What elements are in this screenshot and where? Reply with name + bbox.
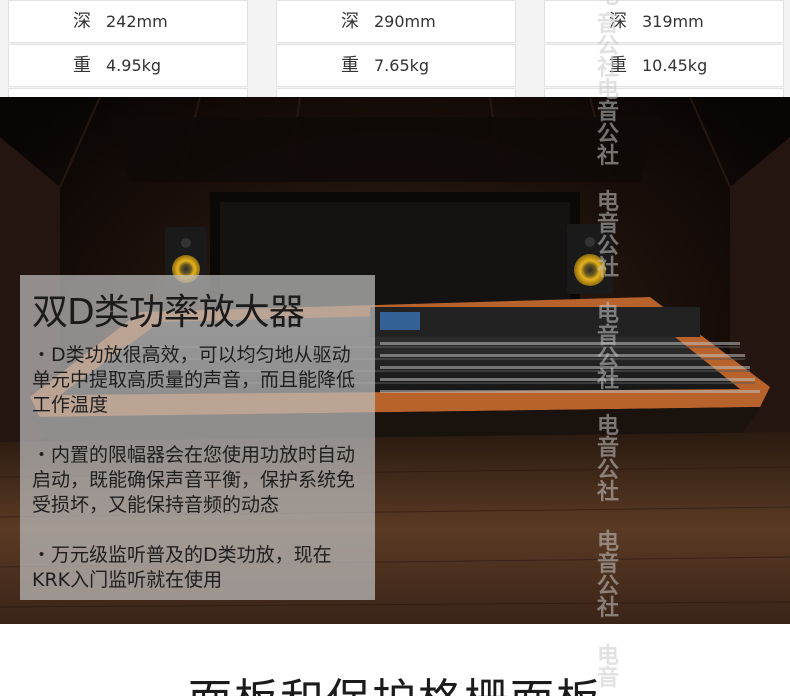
spec-row-weight: 重 10.45kg (544, 44, 784, 87)
watermark-char: 电 (592, 0, 624, 8)
watermark-char: 公 (596, 574, 619, 599)
spec-key: 深 (73, 11, 91, 32)
studio-banner: 双D类功率放大器 ・D类功放很高效，可以均匀地从驱动单元中提取高质量的声音，而且… (0, 97, 790, 624)
spec-row-depth: 深 319mm (544, 0, 784, 43)
watermark-char: 音 (596, 324, 619, 349)
spec-value: 7.65kg (374, 56, 430, 75)
watermark-char: 音 (596, 212, 619, 237)
section-heading: 面板和保护格栅面板 (0, 664, 790, 696)
watermark-char: 电 (596, 644, 619, 669)
watermark-char: 公 (596, 122, 619, 147)
watermark-char: 电 (596, 530, 619, 555)
feature-title: 双D类功率放大器 (32, 292, 305, 333)
spec-table-2: 深 290mm 重 7.65kg (276, 0, 516, 98)
watermark-char: 音 (596, 100, 619, 125)
spec-tables: 深 242mm 重 4.95kg 深 290mm 重 7.65kg 深 319m… (0, 0, 790, 98)
watermark-char: 公 (596, 458, 619, 483)
spec-key: 重 (73, 55, 91, 76)
watermark-char: 音 (596, 12, 619, 37)
spec-value: 290mm (374, 12, 436, 31)
watermark-char: 电 (596, 78, 619, 103)
watermark-char: 音 (596, 666, 619, 691)
watermark-char: 社 (596, 368, 619, 393)
watermark-char: 电 (596, 414, 619, 439)
spec-row-weight: 重 4.95kg (8, 44, 248, 87)
watermark: 电 音 公 社 电 音 公 社 电 音 公 社 电 音 公 社 电 音 公 社 … (592, 0, 624, 696)
feature-item: ・内置的限幅器会在您使用功放时自动启动，既能确保声音平衡，保护系统免受损坏，又能… (32, 444, 356, 516)
spec-value: 319mm (642, 12, 704, 31)
feature-item: ・万元级监听普及的D类功放，现在KRK入门监听就在使用 (32, 544, 332, 591)
watermark-char: 公 (596, 234, 619, 259)
watermark-char: 音 (596, 552, 619, 577)
spec-value: 4.95kg (106, 56, 162, 75)
spec-row-depth: 深 290mm (276, 0, 516, 43)
spec-row-weight: 重 7.65kg (276, 44, 516, 87)
watermark-char: 社 (596, 256, 619, 281)
spec-table-1: 深 242mm 重 4.95kg (8, 0, 248, 98)
watermark-char: 社 (596, 480, 619, 505)
watermark-char: 公 (596, 346, 619, 371)
watermark-char: 社 (596, 596, 619, 621)
spec-row-depth: 深 242mm (8, 0, 248, 43)
watermark-char: 电 (596, 302, 619, 327)
spec-key: 深 (341, 11, 359, 32)
watermark-char: 电 (596, 190, 619, 215)
watermark-char: 社 (596, 144, 619, 169)
watermark-char: 公 (596, 34, 619, 59)
spec-value: 10.45kg (642, 56, 708, 75)
spec-value: 242mm (106, 12, 168, 31)
spec-key: 重 (341, 55, 359, 76)
watermark-char: 社 (596, 56, 619, 81)
spec-table-3: 深 319mm 重 10.45kg (544, 0, 784, 98)
feature-item: ・D类功放很高效，可以均匀地从驱动单元中提取高质量的声音，而且能降低工作温度 (32, 344, 356, 416)
watermark-char: 音 (596, 436, 619, 461)
feature-box: 双D类功率放大器 ・D类功放很高效，可以均匀地从驱动单元中提取高质量的声音，而且… (20, 275, 375, 600)
